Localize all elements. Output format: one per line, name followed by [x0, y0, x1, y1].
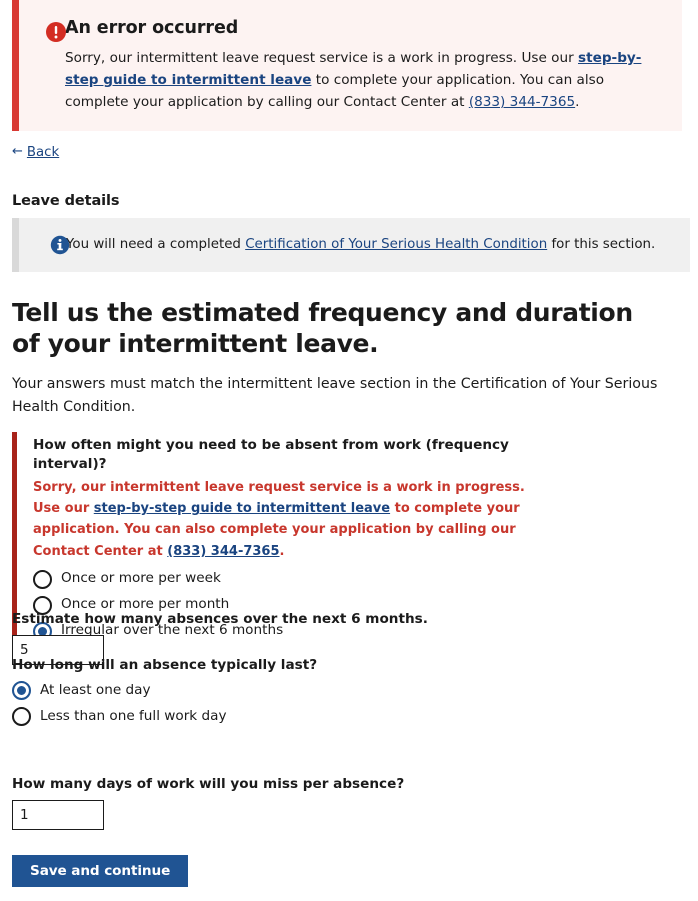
back-link[interactable]: ← Back	[12, 143, 59, 162]
radio-label: At least one day	[40, 681, 151, 698]
radio-label: Less than one full work day	[40, 707, 227, 724]
contact-center-phone-link[interactable]: (833) 344-7365	[469, 94, 575, 110]
error-alert-heading: An error occurred	[65, 18, 239, 38]
error-alert-text-3: .	[575, 94, 580, 111]
info-alert-text: You will need a completed Certification …	[66, 235, 655, 254]
frequency-error-message: Sorry, our intermittent leave request se…	[33, 477, 545, 562]
frequency-error-guide-link[interactable]: step-by-step guide to intermittent leave	[94, 501, 390, 516]
page-title: Tell us the estimated frequency and dura…	[12, 298, 633, 358]
frequency-error-phone-link[interactable]: (833) 344-7365	[167, 544, 279, 559]
duration-fieldset: How long will an absence typically last?…	[12, 656, 318, 727]
error-alert-body: Sorry, our intermittent leave request se…	[65, 47, 662, 113]
days-missed-field-label: How many days of work will you miss per …	[12, 776, 405, 792]
certification-link[interactable]: Certification of Your Serious Health Con…	[245, 237, 547, 252]
radio-mark[interactable]	[12, 707, 31, 727]
error-exclamation-icon	[45, 21, 67, 43]
days-missed-input[interactable]	[12, 800, 104, 831]
info-alert-text-after: for this section.	[547, 237, 656, 253]
page-lead-text: Your answers must match the intermittent…	[12, 376, 658, 415]
error-alert-text-1: Sorry, our intermittent leave request se…	[65, 50, 579, 66]
info-circle-icon	[50, 235, 70, 255]
absences-field-label: Estimate how many absences over the next…	[12, 611, 428, 627]
frequency-error-text-3: .	[279, 543, 285, 559]
info-alert-text-before: You will need a completed	[66, 237, 246, 253]
radio-option-at-least-one-day[interactable]: At least one day	[12, 681, 317, 701]
save-and-continue-button[interactable]: Save and continue	[12, 855, 189, 887]
back-link-label: Back	[26, 145, 60, 160]
section-title: Leave details	[12, 193, 120, 209]
radio-mark[interactable]	[12, 681, 31, 701]
frequency-legend: How often might you need to be absent fr…	[33, 437, 509, 473]
duration-legend: How long will an absence typically last?	[12, 657, 318, 673]
radio-mark[interactable]	[33, 569, 52, 589]
info-alert: You will need a completed Certification …	[12, 218, 690, 272]
days-missed-field-group: How many days of work will you miss per …	[12, 775, 405, 831]
radio-option-less-than-one-day[interactable]: Less than one full work day	[12, 707, 317, 727]
radio-option-once-per-week[interactable]: Once or more per week	[33, 569, 572, 589]
radio-label: Once or more per week	[61, 570, 221, 587]
arrow-left-icon: ←	[12, 144, 23, 160]
error-alert: An error occurred Sorry, our intermitten…	[12, 0, 682, 132]
